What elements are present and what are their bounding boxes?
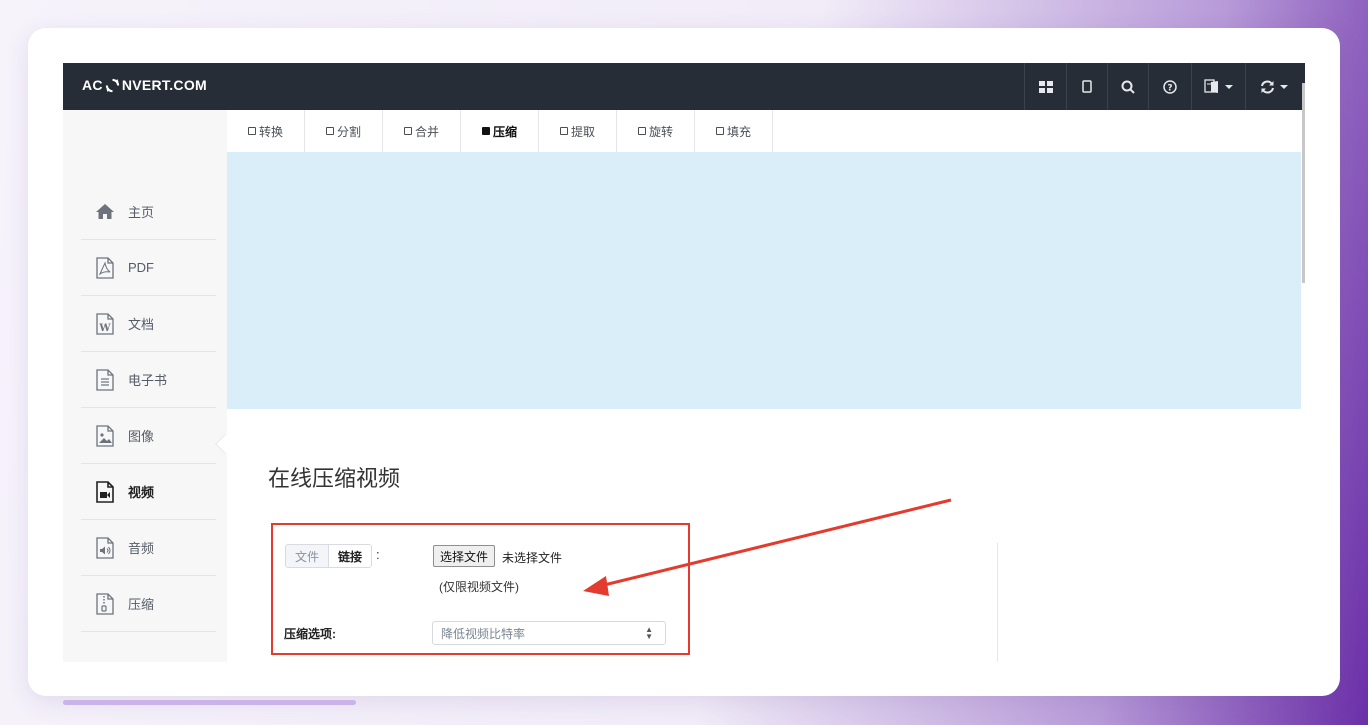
scrollbar[interactable]: [1302, 83, 1305, 283]
tab-convert[interactable]: 转换: [227, 110, 305, 152]
image-file-icon: [94, 424, 116, 447]
tab-label: 分割: [336, 124, 361, 139]
sync-icon: [1260, 80, 1274, 93]
logo-ring-icon: [105, 78, 119, 92]
tab-label: 压缩: [492, 124, 517, 139]
tab-merge[interactable]: 合并: [383, 110, 461, 152]
search-icon: [1121, 80, 1135, 94]
tab-split[interactable]: 分割: [305, 110, 383, 152]
sidebar: 主页 PDF W 文档 电子书 图像 视频 音频 压缩: [63, 110, 227, 662]
checkbox-icon: [559, 127, 568, 135]
language-icon: [1204, 79, 1218, 93]
select-value: 降低视频比特率: [441, 626, 526, 641]
site-logo[interactable]: AC NVERT.COM: [82, 77, 207, 93]
checkbox-icon: [403, 127, 412, 135]
sidebar-item-pdf[interactable]: PDF: [81, 240, 216, 296]
checkbox-icon: [247, 127, 256, 135]
tab-label: 提取: [570, 124, 595, 139]
tab-label: 旋转: [648, 124, 673, 139]
compress-options-label: 压缩选项:: [284, 627, 336, 641]
search-button[interactable]: [1107, 63, 1148, 110]
checkbox-icon: [325, 127, 334, 135]
checkbox-icon: [715, 127, 724, 135]
browser-viewport: AC NVERT.COM ? 主页 PDF W 文档 电子书 图像 视频 音频 …: [63, 63, 1305, 662]
sidebar-item-archive[interactable]: 压缩: [81, 576, 216, 632]
file-status: 未选择文件: [502, 551, 563, 565]
sidebar-item-label: 音频: [128, 541, 155, 556]
sidebar-item-video[interactable]: 视频: [81, 464, 216, 520]
source-toggle: 文件 链接: [285, 544, 373, 568]
divider: [997, 543, 998, 662]
sidebar-item-label: 文档: [128, 317, 155, 332]
sidebar-item-label: 压缩: [128, 597, 155, 612]
page-title: 在线压缩视频: [268, 466, 401, 491]
archive-file-icon: [94, 592, 116, 615]
sidebar-item-label: 视频: [128, 485, 155, 500]
sidebar-item-audio[interactable]: 音频: [81, 520, 216, 576]
language-button[interactable]: [1191, 63, 1245, 110]
tab-label: 转换: [258, 124, 283, 139]
source-link-tab[interactable]: 链接: [329, 545, 372, 567]
sync-button[interactable]: [1245, 63, 1301, 110]
ebook-file-icon: [94, 368, 116, 391]
grid-button[interactable]: [1024, 63, 1066, 110]
word-file-icon: W: [94, 312, 116, 335]
updown-arrows-icon: ▲ ▼: [645, 625, 653, 641]
sidebar-item-image[interactable]: 图像: [81, 408, 216, 464]
tool-tabs: 转换 分割 合并 压缩 提取 旋转 填充: [227, 110, 773, 152]
brand-suffix: NVERT.COM: [121, 77, 207, 93]
pdf-file-icon: [94, 256, 116, 279]
checkbox-icon: [481, 127, 490, 135]
sidebar-item-home[interactable]: 主页: [81, 184, 216, 240]
top-navbar: AC NVERT.COM ?: [63, 63, 1305, 110]
decorative-bar: [63, 700, 356, 705]
compress-options-select[interactable]: 降低视频比特率 ▲ ▼: [432, 621, 666, 645]
svg-text:W: W: [98, 323, 111, 334]
source-file-tab[interactable]: 文件: [286, 545, 330, 567]
ad-banner: [227, 152, 1301, 409]
help-icon: ?: [1163, 79, 1177, 94]
choose-file-button[interactable]: 选择文件: [433, 545, 496, 567]
tab-label: 合并: [414, 124, 439, 139]
help-button[interactable]: ?: [1148, 63, 1191, 110]
tab-extract[interactable]: 提取: [539, 110, 617, 152]
sidebar-item-ebook[interactable]: 电子书: [81, 352, 216, 408]
upload-form-highlight: 文件 链接 : 选择文件 未选择文件 (仅限视频文件) 压缩选项: 降低视频比特…: [271, 523, 690, 655]
sidebar-item-label: 主页: [128, 205, 155, 220]
sidebar-item-label: PDF: [128, 260, 154, 275]
svg-text:?: ?: [1167, 83, 1172, 93]
tab-label: 填充: [726, 124, 751, 139]
chevron-down-icon: [1279, 84, 1288, 89]
sidebar-item-document[interactable]: W 文档: [81, 296, 216, 352]
tablet-button[interactable]: [1066, 63, 1107, 110]
navbar-buttons: ?: [1024, 63, 1301, 110]
audio-file-icon: [94, 536, 116, 559]
tablet-icon: [1082, 80, 1092, 93]
chevron-down-icon: [1225, 84, 1233, 89]
sidebar-item-label: 图像: [128, 429, 155, 444]
home-icon: [94, 201, 116, 223]
tab-rotate[interactable]: 旋转: [617, 110, 695, 152]
tab-pad[interactable]: 填充: [695, 110, 773, 152]
video-file-icon: [94, 480, 116, 503]
checkbox-icon: [637, 127, 646, 135]
tab-compress[interactable]: 压缩: [461, 110, 539, 152]
grid-icon: [1038, 80, 1053, 93]
sidebar-item-label: 电子书: [128, 373, 168, 388]
source-colon: :: [376, 547, 380, 562]
brand-prefix: AC: [82, 77, 103, 93]
file-type-hint: (仅限视频文件): [439, 580, 519, 594]
